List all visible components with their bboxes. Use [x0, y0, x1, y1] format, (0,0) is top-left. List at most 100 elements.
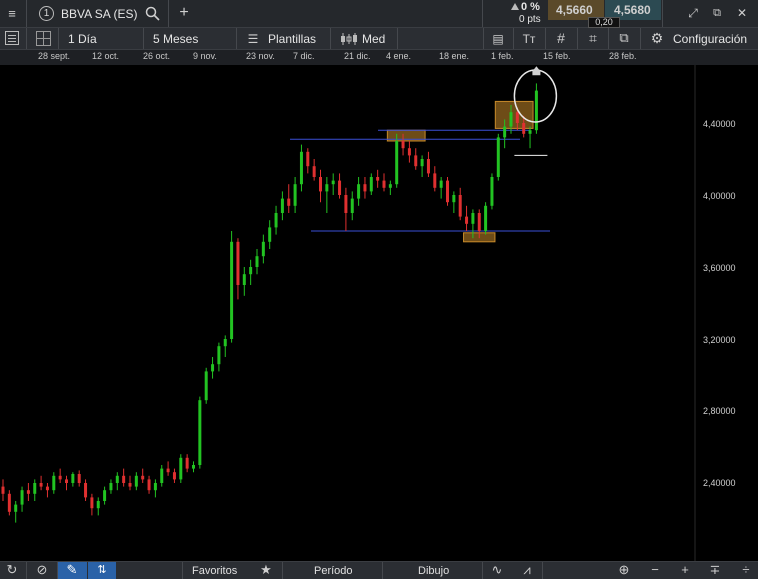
date-label: 12 oct.: [92, 51, 120, 61]
candle-body: [503, 126, 507, 138]
grid-icon[interactable]: #: [553, 31, 569, 45]
candle-body: [331, 180, 335, 185]
candle-body: [52, 475, 56, 491]
candle-body: [515, 112, 519, 123]
settings-button[interactable]: Configuración: [673, 32, 747, 46]
price-type-dropdown[interactable]: Med: [362, 32, 385, 46]
text-size-icon[interactable]: Tт: [520, 32, 538, 46]
range-dropdown[interactable]: 5 Meses: [153, 32, 198, 46]
templates-icon: ☰: [247, 32, 259, 46]
candle-body: [39, 483, 43, 487]
templates-dropdown[interactable]: Plantillas: [268, 32, 316, 46]
candle-body: [477, 213, 481, 231]
date-label: 26 oct.: [143, 51, 171, 61]
date-label: 21 dic.: [344, 51, 371, 61]
candle-body: [382, 180, 386, 188]
layout-grid-icon[interactable]: [36, 31, 51, 46]
up-arrow-icon: [511, 3, 519, 10]
indicators-icon[interactable]: ▤: [491, 32, 505, 46]
no-drawing-icon[interactable]: ⊘: [35, 563, 49, 577]
candle-body: [306, 151, 310, 167]
candle-body: [109, 483, 113, 491]
zoom-fit-icon[interactable]: ⊕: [617, 563, 631, 577]
candle-body: [249, 267, 253, 275]
popout-icon[interactable]: ⧉: [710, 6, 724, 20]
candle-body: [426, 159, 430, 174]
symbol-title[interactable]: BBVA SA (ES): [61, 7, 137, 21]
price-chart[interactable]: [0, 65, 758, 561]
star-icon[interactable]: ★: [259, 563, 273, 577]
drawing-tab[interactable]: Dibujo: [418, 565, 449, 577]
period-tab[interactable]: Período: [314, 565, 353, 577]
date-axis: 28 sept. 12 oct. 26 oct. 9 nov. 23 nov. …: [0, 50, 758, 65]
scale-in-icon[interactable]: ÷: [739, 563, 753, 577]
candle-body: [325, 184, 329, 192]
candle-body: [407, 148, 411, 156]
candle-body: [439, 180, 443, 188]
gear-icon[interactable]: ⚙: [649, 31, 665, 45]
date-label: 9 nov.: [193, 51, 217, 61]
candle-body: [90, 497, 94, 509]
candle-body: [344, 195, 348, 213]
y-axis-label: 4,00000: [703, 191, 736, 201]
interval-dropdown[interactable]: 1 Día: [68, 32, 97, 46]
y-axis-label: 3,60000: [703, 263, 736, 273]
date-label: 15 feb.: [543, 51, 571, 61]
candle-body: [160, 468, 164, 483]
candle-body: [255, 256, 259, 267]
zoom-in-icon[interactable]: +: [678, 563, 692, 577]
refresh-icon[interactable]: ↻: [5, 563, 19, 577]
candle-body: [376, 177, 380, 181]
highlight-zone: [494, 100, 534, 129]
candle-body: [414, 155, 418, 167]
candle-body: [350, 198, 354, 213]
candle-body: [312, 166, 316, 177]
candle-body: [452, 195, 456, 203]
chart-toolbar: 1 Día 5 Meses ☰ Plantillas Med ▤ Tт # ⌗ …: [0, 28, 758, 50]
candle-body: [223, 339, 227, 347]
candle-body: [236, 241, 240, 285]
candle-body: [115, 475, 119, 483]
candle-body: [122, 475, 126, 483]
crosshair-grid-icon[interactable]: ⌗: [585, 31, 601, 45]
candle-body: [147, 479, 151, 491]
candle-body: [166, 468, 170, 473]
candle-body: [261, 241, 265, 257]
candle-body: [1, 486, 5, 494]
indicator-tool-icon[interactable]: ⩘: [519, 563, 535, 577]
candle-body: [274, 213, 278, 228]
y-axis-label: 3,20000: [703, 335, 736, 345]
close-icon[interactable]: ✕: [735, 6, 749, 20]
pencil-icon: ✎: [66, 562, 78, 577]
candle-body: [198, 400, 202, 465]
candle-body: [338, 180, 342, 195]
curve-tool-icon[interactable]: ∿: [489, 563, 505, 577]
price-marker-icon: [532, 66, 541, 76]
candle-body: [268, 227, 272, 242]
candle-body: [204, 371, 208, 401]
candle-body: [7, 493, 11, 512]
list-icon[interactable]: [5, 31, 19, 45]
candlestick-icon: [340, 32, 358, 46]
bottom-bar: ↻ ⊘ ✎ ⇅ Favoritos ★ Período Dibujo ∿ ⩘ ⊕…: [0, 561, 758, 579]
menu-icon[interactable]: ≡: [4, 7, 20, 21]
candle-body: [420, 159, 424, 167]
candle-body: [242, 274, 246, 285]
candle-body: [14, 504, 18, 512]
candle-body: [77, 474, 81, 483]
favorites-tab[interactable]: Favoritos: [192, 565, 237, 577]
expand-icon[interactable]: ⤢: [686, 6, 700, 20]
candle-body: [446, 180, 449, 203]
date-label: 1 feb.: [491, 51, 514, 61]
candle-body: [458, 195, 462, 217]
candle-body: [45, 486, 49, 491]
candle-body: [103, 490, 107, 501]
date-label: 23 nov.: [246, 51, 275, 61]
add-tab-icon[interactable]: +: [176, 5, 192, 21]
candle-body: [509, 112, 513, 127]
copy-icon[interactable]: ⧉: [616, 31, 632, 45]
candle-body: [357, 184, 361, 199]
search-icon[interactable]: [145, 6, 161, 22]
zoom-out-icon[interactable]: −: [648, 563, 662, 577]
scale-out-icon[interactable]: ∓: [708, 563, 722, 577]
